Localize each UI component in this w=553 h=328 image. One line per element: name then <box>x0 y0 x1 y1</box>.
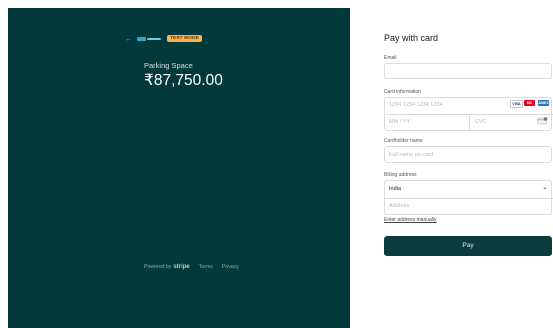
cardholder-field[interactable]: Full name on card <box>384 146 552 163</box>
amount: ₹87,750.00 <box>144 72 223 89</box>
merchant-panel <box>8 8 350 328</box>
address-input[interactable]: Address <box>389 203 409 209</box>
email-field[interactable] <box>384 63 552 79</box>
cvc-input[interactable]: CVC <box>475 119 487 125</box>
cardholder-label: Cardholder name <box>384 138 423 144</box>
powered-by: Powered by stripe <box>144 264 190 270</box>
cardholder-input[interactable]: Full name on card <box>389 152 433 158</box>
mastercard-icon: MC <box>524 100 535 106</box>
pay-button[interactable]: Pay <box>384 236 552 256</box>
privacy-link[interactable]: Privacy <box>222 264 239 270</box>
merchant-logo <box>137 37 161 41</box>
chevron-down-icon[interactable]: ⌄ <box>542 183 548 191</box>
amex-icon: AMEX <box>538 100 549 106</box>
visa-icon: VISA <box>510 100 523 108</box>
powered-by-label: Powered by <box>144 264 172 270</box>
back-arrow-icon[interactable]: ← <box>125 36 132 43</box>
product-name: Parking Space <box>144 61 193 70</box>
card-info-label: Card information <box>384 89 421 95</box>
terms-link[interactable]: Terms <box>199 264 213 270</box>
expiry-input[interactable]: MM / YY <box>389 119 410 125</box>
card-number-input[interactable]: 1234 1234 1234 1234 <box>389 102 443 108</box>
footer: Powered by stripe Terms Privacy <box>144 264 239 270</box>
card-info-group: 1234 1234 1234 1234 VISA MC AMEX MM / YY… <box>384 97 553 131</box>
email-label: Email <box>384 55 397 61</box>
stripe-logo: stripe <box>173 264 190 270</box>
billing-group: India ⌄ Address <box>384 180 553 215</box>
cvc-card-icon <box>537 117 548 125</box>
billing-divider <box>385 198 553 199</box>
test-mode-badge: TEST MODE <box>167 35 202 42</box>
form-title: Pay with card <box>384 33 439 43</box>
country-select[interactable]: India <box>389 186 401 192</box>
payment-form: Pay with card Email Card information 123… <box>384 0 553 328</box>
card-divider-vertical <box>469 114 470 130</box>
billing-label: Billing address <box>384 172 417 178</box>
enter-address-manually-link[interactable]: Enter address manually <box>384 217 437 223</box>
